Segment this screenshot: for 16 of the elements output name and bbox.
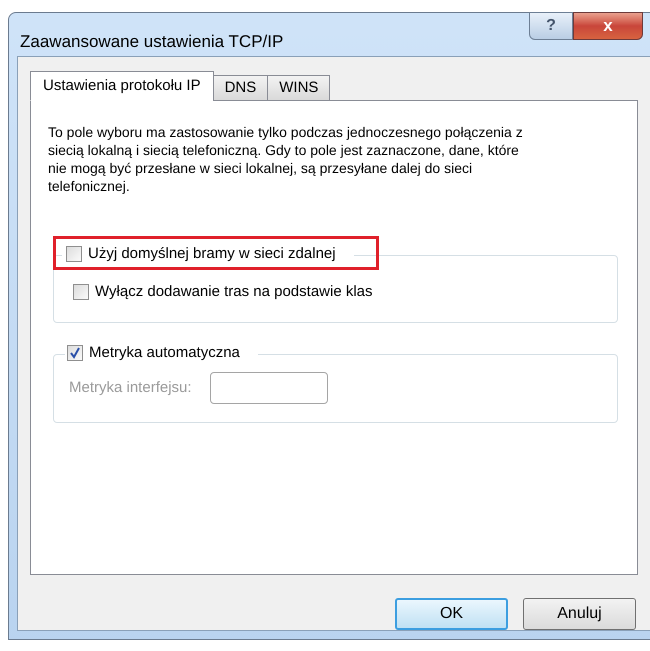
close-button[interactable]: x: [573, 12, 643, 40]
checkbox[interactable]: [67, 345, 83, 362]
checkbox[interactable]: [66, 246, 82, 262]
checkbox-label: Metryka automatyczna: [89, 343, 240, 363]
cancel-button[interactable]: Anuluj: [523, 598, 636, 630]
tab[interactable]: Ustawienia protokołu IP: [30, 71, 214, 101]
checkbox[interactable]: [73, 284, 89, 300]
window-title: Zaawansowane ustawienia TCP/IP: [19, 31, 284, 53]
field-label: Metryka interfejsu:: [69, 378, 192, 398]
tab[interactable]: DNS: [212, 75, 268, 101]
ok-button[interactable]: OK: [395, 598, 508, 630]
description-text: To pole wyboru ma zastosowanie tylko podczas jednoczesnego połączenia z siecią lokalną i siecią telefoniczną. Gdy to pole jest zaznaczone, dane, które nie mogą być przesłane w sieci lokalnej, są przesyłane dalej do sieci telefonicznej.: [48, 123, 524, 195]
tab[interactable]: WINS: [267, 75, 330, 101]
checkbox-label: Użyj domyślnej bramy w sieci zdalnej: [88, 244, 336, 264]
checkbox-label: Wyłącz dodawanie tras na podstawie klas: [95, 282, 373, 302]
help-button[interactable]: ?: [529, 12, 573, 40]
